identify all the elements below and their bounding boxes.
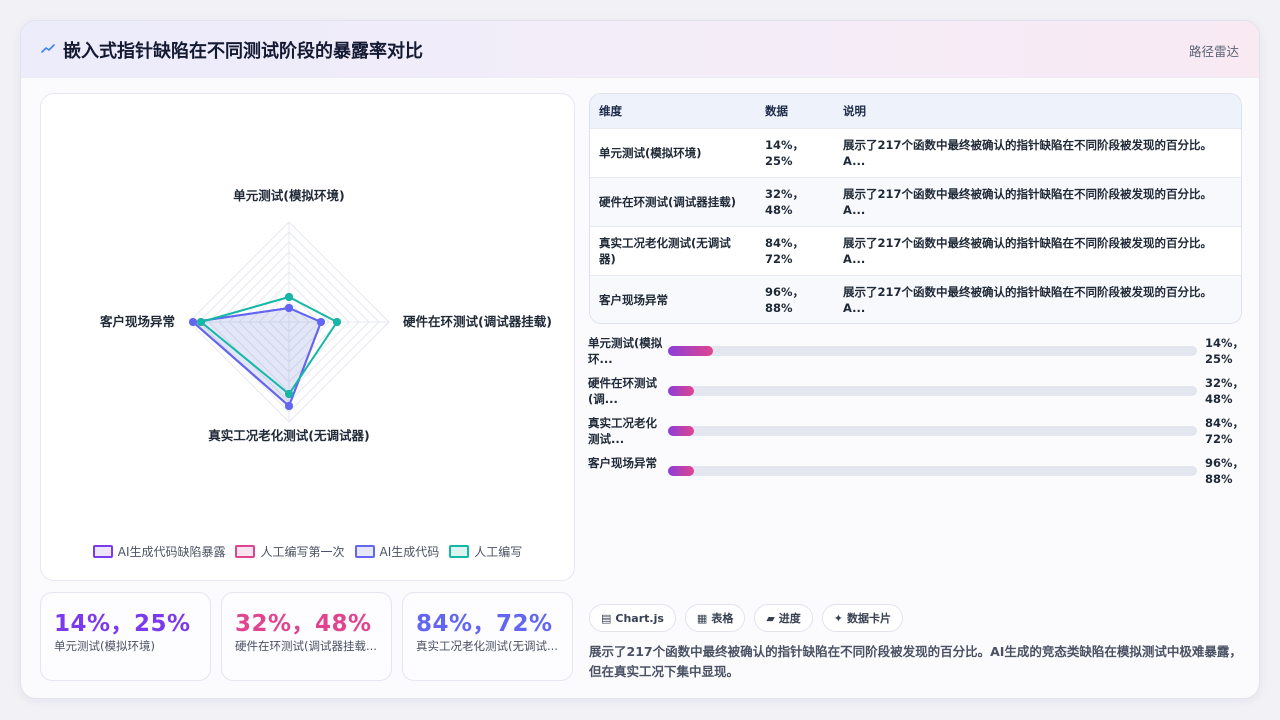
feature-pills: ▤ Chart.js ▦ 表格 ▰ 进度 ✦ 数据卡片: [589, 604, 904, 632]
progress-value: 96%，88%: [1205, 456, 1245, 486]
cell-data: 14%，25%: [765, 137, 805, 168]
progress-fill: [668, 346, 714, 356]
radar-data-point: [285, 390, 293, 398]
progress-row: 真实工况老化测试... 84%，72%: [588, 411, 1248, 451]
progress-row: 硬件在环测试(调... 32%，48%: [588, 371, 1248, 411]
chart-legend: AI生成代码缺陷暴露 人工编写第一次 AI生成代码 人工编写: [41, 543, 574, 560]
radar-data-point: [197, 318, 205, 326]
pill-label: 数据卡片: [847, 612, 892, 625]
progress-value: 14%，25%: [1205, 336, 1245, 366]
stat-label: 单元测试(模拟环境): [54, 639, 155, 653]
legend-swatch: [235, 545, 256, 558]
cell-data: 32%，48%: [765, 186, 805, 217]
pill-label: Chart.js: [615, 611, 664, 625]
legend-item[interactable]: 人工编写第一次: [235, 543, 345, 560]
stat-label: 硬件在环测试(调试器挂载...: [235, 639, 377, 653]
radar-path-icon: [41, 44, 55, 53]
column-header[interactable]: 数据: [756, 94, 834, 128]
legend-swatch: [354, 545, 375, 558]
radar-series-area: [190, 306, 323, 408]
progress-track: [668, 386, 1197, 396]
legend-swatch: [92, 545, 113, 558]
table-row: 真实工况老化测试(无调试器) 84%，72% 展示了217个函数中最终被确认的指…: [590, 226, 1241, 275]
pill-data-card[interactable]: ✦ 数据卡片: [821, 604, 904, 632]
pill-label: 表格: [711, 612, 734, 625]
radar-axis-label: 真实工况老化测试(无调试器): [208, 428, 369, 443]
table-icon: ▦: [696, 611, 708, 625]
progress-value: 32%，48%: [1205, 376, 1245, 406]
cell-dimension: 客户现场异常: [599, 292, 668, 307]
sparkle-icon: ✦: [833, 611, 844, 625]
legend-item[interactable]: AI生成代码缺陷暴露: [92, 543, 226, 560]
progress-fill: [668, 466, 695, 476]
stat-value: 32%，48%: [235, 611, 372, 637]
progress-row: 单元测试(模拟环... 14%，25%: [588, 331, 1248, 371]
radar-data-point: [285, 304, 293, 312]
cell-dimension: 单元测试(模拟环境): [599, 145, 702, 160]
cell-note: 展示了217个函数中最终被确认的指针缺陷在不同阶段被发现的百分比。A...: [843, 284, 1213, 315]
pill-table[interactable]: ▦ 表格: [684, 604, 746, 632]
table-row: 客户现场异常 96%，88% 展示了217个函数中最终被确认的指针缺陷在不同阶段…: [590, 275, 1241, 323]
legend-swatch: [449, 545, 470, 558]
column-header[interactable]: 说明: [834, 94, 1241, 128]
legend-item[interactable]: 人工编写: [449, 543, 522, 560]
cell-note: 展示了217个函数中最终被确认的指针缺陷在不同阶段被发现的百分比。A...: [843, 235, 1213, 266]
legend-label: 人工编写第一次: [260, 545, 345, 559]
legend-label: AI生成代码: [379, 545, 440, 559]
radar-data-point: [317, 318, 325, 326]
stat-label: 真实工况老化测试(无调试...: [416, 639, 558, 653]
radar-axis-label: 硬件在环测试(调试器挂载): [403, 314, 552, 329]
header: 嵌入式指针缺陷在不同测试阶段的暴露率对比 路径雷达: [21, 21, 1259, 78]
cell-data: 96%，88%: [765, 284, 805, 315]
table-header-row: 维度 数据 说明: [590, 94, 1241, 128]
progress-list: 单元测试(模拟环... 14%，25% 硬件在环测试(调... 32%，48% …: [588, 331, 1248, 491]
column-header[interactable]: 维度: [590, 94, 756, 128]
cell-note: 展示了217个函数中最终被确认的指针缺陷在不同阶段被发现的百分比。A...: [843, 137, 1213, 168]
progress-label: 客户现场异常: [588, 456, 657, 470]
radar-data-point: [333, 318, 341, 326]
legend-label: 人工编写: [474, 545, 523, 559]
radar-chart: 单元测试(模拟环境) 硬件在环测试(调试器挂载) 真实工况老化测试(无调试器) 客户现…: [99, 188, 552, 443]
progress-value: 84%，72%: [1205, 416, 1245, 446]
progress-label: 真实工况老化测试...: [588, 416, 657, 446]
stat-card: 14%，25% 单元测试(模拟环境): [40, 592, 211, 681]
cell-dimension: 真实工况老化测试(无调试器): [599, 235, 731, 266]
legend-label: AI生成代码缺陷暴露: [117, 545, 226, 559]
table-row: 单元测试(模拟环境) 14%，25% 展示了217个函数中最终被确认的指针缺陷在…: [590, 128, 1241, 177]
stat-card: 84%，72% 真实工况老化测试(无调试...: [402, 592, 573, 681]
stat-value: 84%，72%: [416, 611, 553, 637]
progress-label: 硬件在环测试(调...: [588, 376, 657, 406]
progress-track: [668, 466, 1197, 476]
progress-label: 单元测试(模拟环...: [588, 336, 663, 366]
table-row: 硬件在环测试(调试器挂载) 32%，48% 展示了217个函数中最终被确认的指针…: [590, 177, 1241, 226]
pill-label: 进度: [778, 612, 801, 625]
progress-track: [668, 346, 1197, 356]
chart-type-tag: 路径雷达: [1188, 44, 1239, 59]
radar-data-point: [285, 293, 293, 301]
legend-item[interactable]: AI生成代码: [354, 543, 440, 560]
progress-row: 客户现场异常 96%，88%: [588, 451, 1248, 491]
radar-chart-panel: 单元测试(模拟环境) 硬件在环测试(调试器挂载) 真实工况老化测试(无调试器) 客户现…: [40, 93, 575, 581]
radar-axis-label: 单元测试(模拟环境): [233, 188, 344, 203]
radar-data-point: [285, 402, 293, 410]
cell-data: 84%，72%: [765, 235, 805, 266]
page-title: 嵌入式指针缺陷在不同测试阶段的暴露率对比: [63, 41, 423, 62]
data-table: 维度 数据 说明 单元测试(模拟环境) 14%，25% 展示了217个函数中最终…: [589, 93, 1242, 324]
stat-value: 14%，25%: [54, 611, 191, 637]
progress-fill: [668, 386, 695, 396]
progress-track: [668, 426, 1197, 436]
stat-card: 32%，48% 硬件在环测试(调试器挂载...: [221, 592, 392, 681]
cell-note: 展示了217个函数中最终被确认的指针缺陷在不同阶段被发现的百分比。A...: [843, 186, 1213, 217]
pill-chartjs[interactable]: ▤ Chart.js: [589, 604, 676, 632]
radar-data-point: [189, 318, 197, 326]
chart-description: 展示了217个函数中最终被确认的指针缺陷在不同阶段被发现的百分比。AI生成的竞态…: [589, 644, 1242, 679]
radar-axis-label: 客户现场异常: [99, 314, 175, 329]
main-card: 嵌入式指针缺陷在不同测试阶段的暴露率对比 路径雷达 单元测试(模拟环境) 硬件在环…: [20, 20, 1260, 699]
cell-dimension: 硬件在环测试(调试器挂载): [599, 194, 737, 209]
progress-fill: [668, 426, 695, 436]
progress-icon: ▰: [766, 611, 775, 625]
chart-icon: ▤: [601, 611, 612, 625]
pill-progress[interactable]: ▰ 进度: [754, 604, 813, 632]
